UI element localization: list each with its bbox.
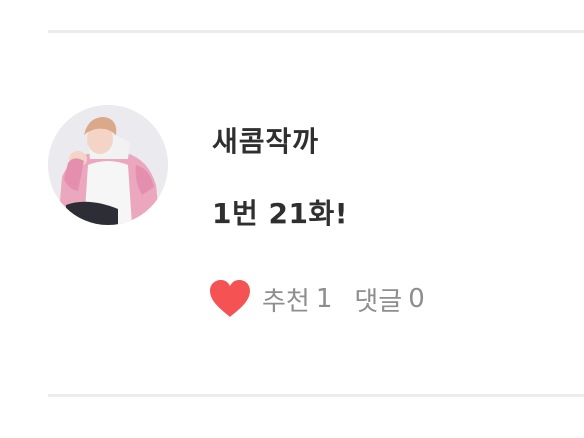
heart-icon [210,280,250,317]
author-avatar[interactable] [48,105,168,225]
post-title[interactable]: 1번 21화! [212,192,348,232]
profile-photo [48,105,168,225]
top-divider [48,30,584,33]
author-name[interactable]: 새콤작까 [212,120,319,160]
comment-count: 0 [408,284,425,314]
post-list-item[interactable]: 새콤작까 1번 21화! 추천 1 댓글 0 [48,34,584,392]
post-meta: 추천 1 댓글 0 [208,279,425,319]
bottom-divider [48,394,584,397]
recommend-label: 추천 [262,286,310,317]
recommend-count: 1 [315,284,333,314]
comment-label: 댓글 [354,286,403,317]
